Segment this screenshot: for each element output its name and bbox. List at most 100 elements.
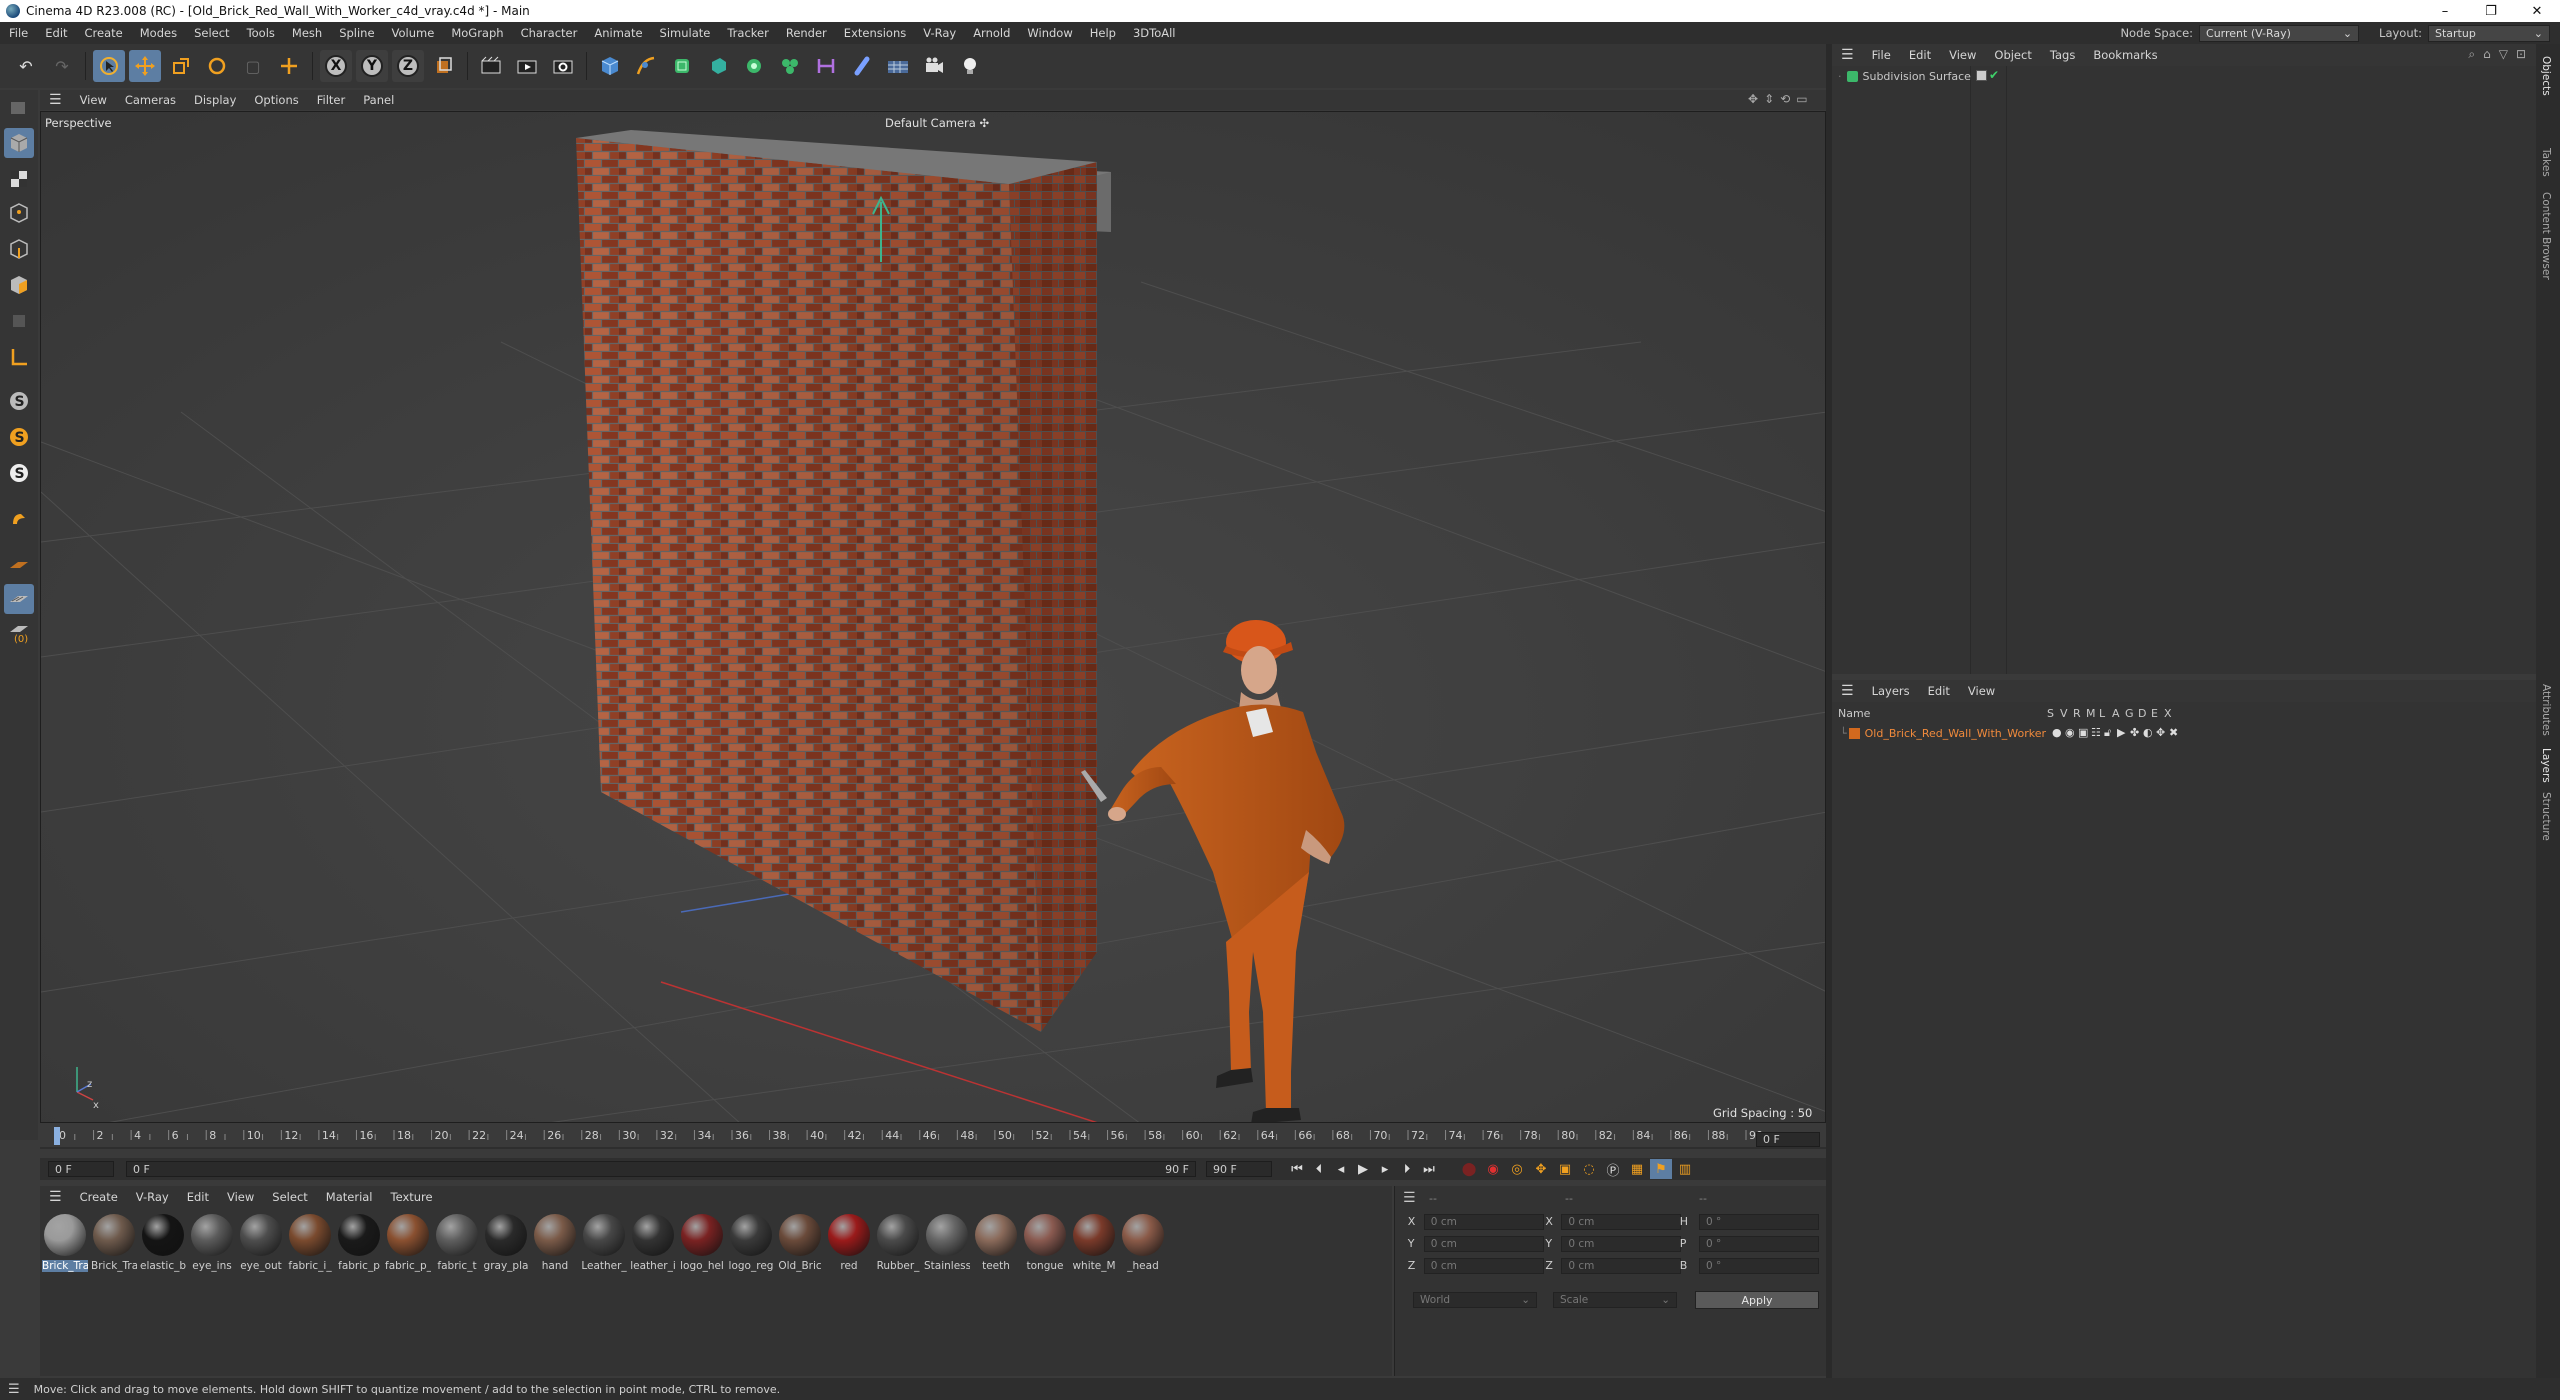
rotate-icon[interactable] (201, 50, 233, 82)
material-swatch[interactable]: gray_pla (483, 1214, 529, 1272)
previous-key-icon[interactable]: ⏴ (1308, 1159, 1330, 1179)
deformers-icon[interactable]: ◐ (2143, 726, 2154, 740)
snap-settings-icon[interactable]: S (4, 422, 34, 452)
subdivision-icon[interactable] (666, 50, 698, 82)
pen-icon[interactable] (630, 50, 662, 82)
object-menu-edit[interactable]: Edit (1900, 48, 1940, 62)
material-swatch[interactable]: Leather_ (581, 1214, 627, 1272)
orbit-icon[interactable]: ⟲ (1780, 92, 1790, 106)
status-hamburger-icon[interactable]: ☰ (8, 1382, 20, 1397)
layer-row[interactable]: └ Old_Brick_Red_Wall_With_Worker ● ◉ ▣ ☷… (1832, 724, 2536, 742)
go-to-start-icon[interactable]: ⏮ (1286, 1159, 1308, 1179)
layer-name[interactable]: Old_Brick_Red_Wall_With_Worker (1865, 727, 2046, 740)
generators-icon[interactable]: ✤ (2130, 726, 2141, 740)
play-icon[interactable]: ▶ (1352, 1159, 1374, 1179)
frame-range-slider[interactable]: 0 F 90 F (126, 1161, 1196, 1177)
search-icon[interactable]: ⌕ (2468, 47, 2475, 62)
coord-rotation-field[interactable]: 0 ° (1699, 1236, 1819, 1252)
layer-hamburger-icon[interactable]: ☰ (1832, 683, 1863, 699)
key-position-icon[interactable]: ✥ (1530, 1159, 1552, 1179)
floor-grid-icon[interactable] (4, 550, 34, 580)
select-arrow-icon[interactable] (93, 50, 125, 82)
manager-icon[interactable]: ☷ (2091, 726, 2102, 740)
material-swatch[interactable]: eye_out (238, 1214, 284, 1272)
material-swatch[interactable]: leather_i (630, 1214, 676, 1272)
material-swatch[interactable]: logo_hel (679, 1214, 725, 1272)
x-axis-icon[interactable]: X (320, 50, 352, 82)
menu-tools[interactable]: Tools (238, 26, 283, 40)
key-parameter-icon[interactable]: Ⓟ (1602, 1159, 1624, 1179)
dolly-icon[interactable]: ⇕ (1764, 92, 1774, 106)
material-swatch[interactable]: Brick_Tra (42, 1214, 88, 1272)
coord-size-field[interactable]: 0 cm (1561, 1236, 1682, 1252)
cloner-icon[interactable] (738, 50, 770, 82)
material-menu-texture[interactable]: Texture (382, 1190, 442, 1204)
layer-color-swatch[interactable] (1848, 727, 1860, 739)
polygons-mode-icon[interactable] (4, 270, 34, 300)
tab-attributes[interactable]: Attributes (2540, 684, 2552, 736)
key-pla-icon[interactable]: ▦ (1626, 1159, 1648, 1179)
menu-help[interactable]: Help (1081, 26, 1124, 40)
menu-simulate[interactable]: Simulate (651, 26, 719, 40)
render-settings-icon[interactable] (547, 50, 579, 82)
solo-icon[interactable]: ● (2052, 726, 2063, 740)
coord-position-field[interactable]: 0 cm (1423, 1236, 1544, 1252)
menu-mograph[interactable]: MoGraph (442, 26, 511, 40)
material-swatch[interactable]: logo_reg (728, 1214, 774, 1272)
close-button[interactable]: ✕ (2514, 0, 2560, 22)
expressions-icon[interactable]: ✥ (2156, 726, 2167, 740)
y-axis-icon[interactable]: Y (356, 50, 388, 82)
tab-objects[interactable]: Objects (2540, 56, 2552, 96)
end-frame-field[interactable]: 90 F (1206, 1161, 1272, 1177)
mograph-icon[interactable] (774, 50, 806, 82)
object-menu-file[interactable]: File (1863, 48, 1900, 62)
make-editable-icon[interactable] (4, 92, 34, 122)
current-frame-field[interactable]: 0 F (1756, 1132, 1820, 1147)
points-mode-icon[interactable] (4, 198, 34, 228)
tab-content-browser[interactable]: Content Browser (2540, 192, 2552, 280)
next-frame-icon[interactable]: ▸ (1374, 1159, 1396, 1179)
apply-button[interactable]: Apply (1695, 1291, 1819, 1309)
locked-icon[interactable]: 🔓︎ (2104, 726, 2115, 740)
object-menu-bookmarks[interactable]: Bookmarks (2084, 48, 2166, 62)
object-menu-tags[interactable]: Tags (2041, 48, 2084, 62)
viewport-menu-options[interactable]: Options (245, 93, 307, 107)
object-menu-object[interactable]: Object (1985, 48, 2040, 62)
deformer-icon[interactable] (810, 50, 842, 82)
motion-system-icon[interactable]: ⚑ (1650, 1159, 1672, 1179)
layout-dropdown[interactable]: Startup ⌄ (2428, 24, 2550, 42)
menu-modes[interactable]: Modes (131, 26, 185, 40)
material-menu-material[interactable]: Material (317, 1190, 382, 1204)
menu-character[interactable]: Character (512, 26, 586, 40)
material-menu-create[interactable]: Create (71, 1190, 127, 1204)
material-swatch[interactable]: fabric_t (434, 1214, 480, 1272)
material-swatch[interactable]: elastic_b (140, 1214, 186, 1272)
coord-size-field[interactable]: 0 cm (1561, 1214, 1682, 1230)
quantize-icon[interactable]: S (4, 458, 34, 488)
coord-rotation-field[interactable]: 0 ° (1699, 1214, 1819, 1230)
extrude-icon[interactable] (702, 50, 734, 82)
menu-select[interactable]: Select (185, 26, 237, 40)
material-swatch[interactable]: teeth (973, 1214, 1019, 1272)
autokey-icon[interactable]: ◉ (1482, 1159, 1504, 1179)
menu-arnold[interactable]: Arnold (964, 26, 1018, 40)
material-swatch[interactable]: Stainless (924, 1214, 970, 1272)
material-menu-select[interactable]: Select (263, 1190, 316, 1204)
keyframe-selection-icon[interactable]: ◎ (1506, 1159, 1528, 1179)
coordinate-system-icon[interactable] (428, 50, 460, 82)
live-select-icon[interactable]: ▢ (237, 50, 269, 82)
symmetry-icon[interactable] (4, 584, 34, 614)
previous-frame-icon[interactable]: ◂ (1330, 1159, 1352, 1179)
edges-mode-icon[interactable] (4, 234, 34, 264)
material-swatch[interactable]: hand (532, 1214, 578, 1272)
menu-render[interactable]: Render (777, 26, 835, 40)
visibility-toggle[interactable] (1976, 70, 1987, 81)
material-swatch[interactable]: Rubber_ (875, 1214, 921, 1272)
layer-menu-layers[interactable]: Layers (1863, 684, 1919, 698)
menu-window[interactable]: Window (1018, 26, 1080, 40)
magnet-icon[interactable] (4, 506, 34, 536)
tab-layers[interactable]: Layers (2540, 748, 2552, 783)
record-icon[interactable]: ⬤ (1458, 1159, 1480, 1179)
tab-takes[interactable]: Takes (2540, 148, 2552, 177)
coordinate-mode-dropdown[interactable]: Scale ⌄ (1553, 1292, 1677, 1308)
